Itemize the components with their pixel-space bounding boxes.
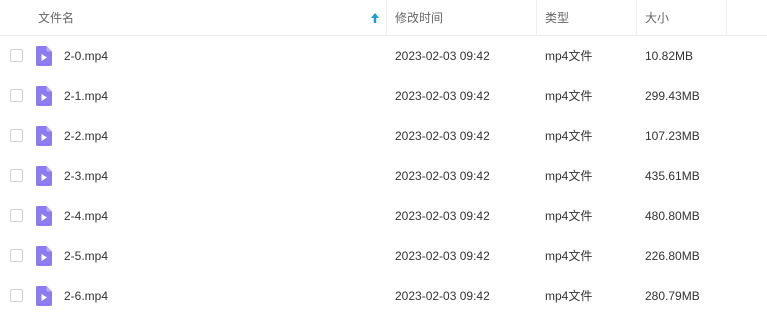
video-file-icon bbox=[36, 86, 52, 106]
file-name[interactable]: 2-3.mp4 bbox=[64, 156, 108, 196]
file-type: mp4文件 bbox=[545, 249, 593, 263]
file-row[interactable]: 2-2.mp4 2023-02-03 09:42 mp4文件 107.23MB bbox=[0, 116, 767, 156]
file-modified-time: 2023-02-03 09:42 bbox=[395, 89, 490, 103]
file-modified-time: 2023-02-03 09:42 bbox=[395, 209, 490, 223]
column-header-name[interactable]: 文件名 bbox=[38, 0, 74, 35]
file-size: 280.79MB bbox=[645, 289, 700, 303]
file-type: mp4文件 bbox=[545, 209, 593, 223]
file-type: mp4文件 bbox=[545, 89, 593, 103]
file-modified-time: 2023-02-03 09:42 bbox=[395, 249, 490, 263]
row-checkbox[interactable] bbox=[10, 89, 23, 102]
video-file-icon bbox=[36, 206, 52, 226]
row-checkbox[interactable] bbox=[10, 209, 23, 222]
column-divider[interactable] bbox=[536, 0, 537, 35]
file-size: 299.43MB bbox=[645, 89, 700, 103]
file-row[interactable]: 2-6.mp4 2023-02-03 09:42 mp4文件 280.79MB bbox=[0, 276, 767, 316]
file-row[interactable]: 2-1.mp4 2023-02-03 09:42 mp4文件 299.43MB bbox=[0, 76, 767, 116]
column-header-size[interactable]: 大小 bbox=[645, 0, 669, 35]
file-name[interactable]: 2-2.mp4 bbox=[64, 116, 108, 156]
column-divider[interactable] bbox=[636, 0, 637, 35]
file-row[interactable]: 2-3.mp4 2023-02-03 09:42 mp4文件 435.61MB bbox=[0, 156, 767, 196]
sort-up-arrow-icon[interactable] bbox=[370, 12, 380, 24]
row-checkbox[interactable] bbox=[10, 289, 23, 302]
row-checkbox[interactable] bbox=[10, 49, 23, 62]
file-name[interactable]: 2-0.mp4 bbox=[64, 36, 108, 76]
video-file-icon bbox=[36, 286, 52, 306]
file-row[interactable]: 2-4.mp4 2023-02-03 09:42 mp4文件 480.80MB bbox=[0, 196, 767, 236]
row-checkbox[interactable] bbox=[10, 169, 23, 182]
file-name[interactable]: 2-6.mp4 bbox=[64, 276, 108, 316]
file-type: mp4文件 bbox=[545, 129, 593, 143]
file-size: 107.23MB bbox=[645, 129, 700, 143]
video-file-icon bbox=[36, 166, 52, 186]
file-type: mp4文件 bbox=[545, 169, 593, 183]
file-modified-time: 2023-02-03 09:42 bbox=[395, 49, 490, 63]
file-row[interactable]: 2-5.mp4 2023-02-03 09:42 mp4文件 226.80MB bbox=[0, 236, 767, 276]
file-name[interactable]: 2-1.mp4 bbox=[64, 76, 108, 116]
column-divider[interactable] bbox=[726, 0, 727, 35]
video-file-icon bbox=[36, 246, 52, 266]
video-file-icon bbox=[36, 126, 52, 146]
column-header-bar: 文件名 修改时间 类型 大小 bbox=[0, 0, 767, 36]
row-checkbox[interactable] bbox=[10, 249, 23, 262]
file-type: mp4文件 bbox=[545, 289, 593, 303]
file-modified-time: 2023-02-03 09:42 bbox=[395, 289, 490, 303]
file-size: 435.61MB bbox=[645, 169, 700, 183]
video-file-icon bbox=[36, 46, 52, 66]
row-checkbox[interactable] bbox=[10, 129, 23, 142]
file-size: 226.80MB bbox=[645, 249, 700, 263]
file-modified-time: 2023-02-03 09:42 bbox=[395, 169, 490, 183]
file-row[interactable]: 2-0.mp4 2023-02-03 09:42 mp4文件 10.82MB bbox=[0, 36, 767, 76]
column-divider[interactable] bbox=[386, 0, 387, 35]
file-name[interactable]: 2-5.mp4 bbox=[64, 236, 108, 276]
file-list: 文件名 修改时间 类型 大小 2-0.mp4 2023-02-03 09:42 mp… bbox=[0, 0, 767, 316]
file-size: 480.80MB bbox=[645, 209, 700, 223]
column-header-type[interactable]: 类型 bbox=[545, 0, 569, 35]
file-modified-time: 2023-02-03 09:42 bbox=[395, 129, 490, 143]
file-name[interactable]: 2-4.mp4 bbox=[64, 196, 108, 236]
file-size: 10.82MB bbox=[645, 49, 694, 63]
column-header-modified[interactable]: 修改时间 bbox=[395, 0, 443, 35]
file-type: mp4文件 bbox=[545, 49, 593, 63]
